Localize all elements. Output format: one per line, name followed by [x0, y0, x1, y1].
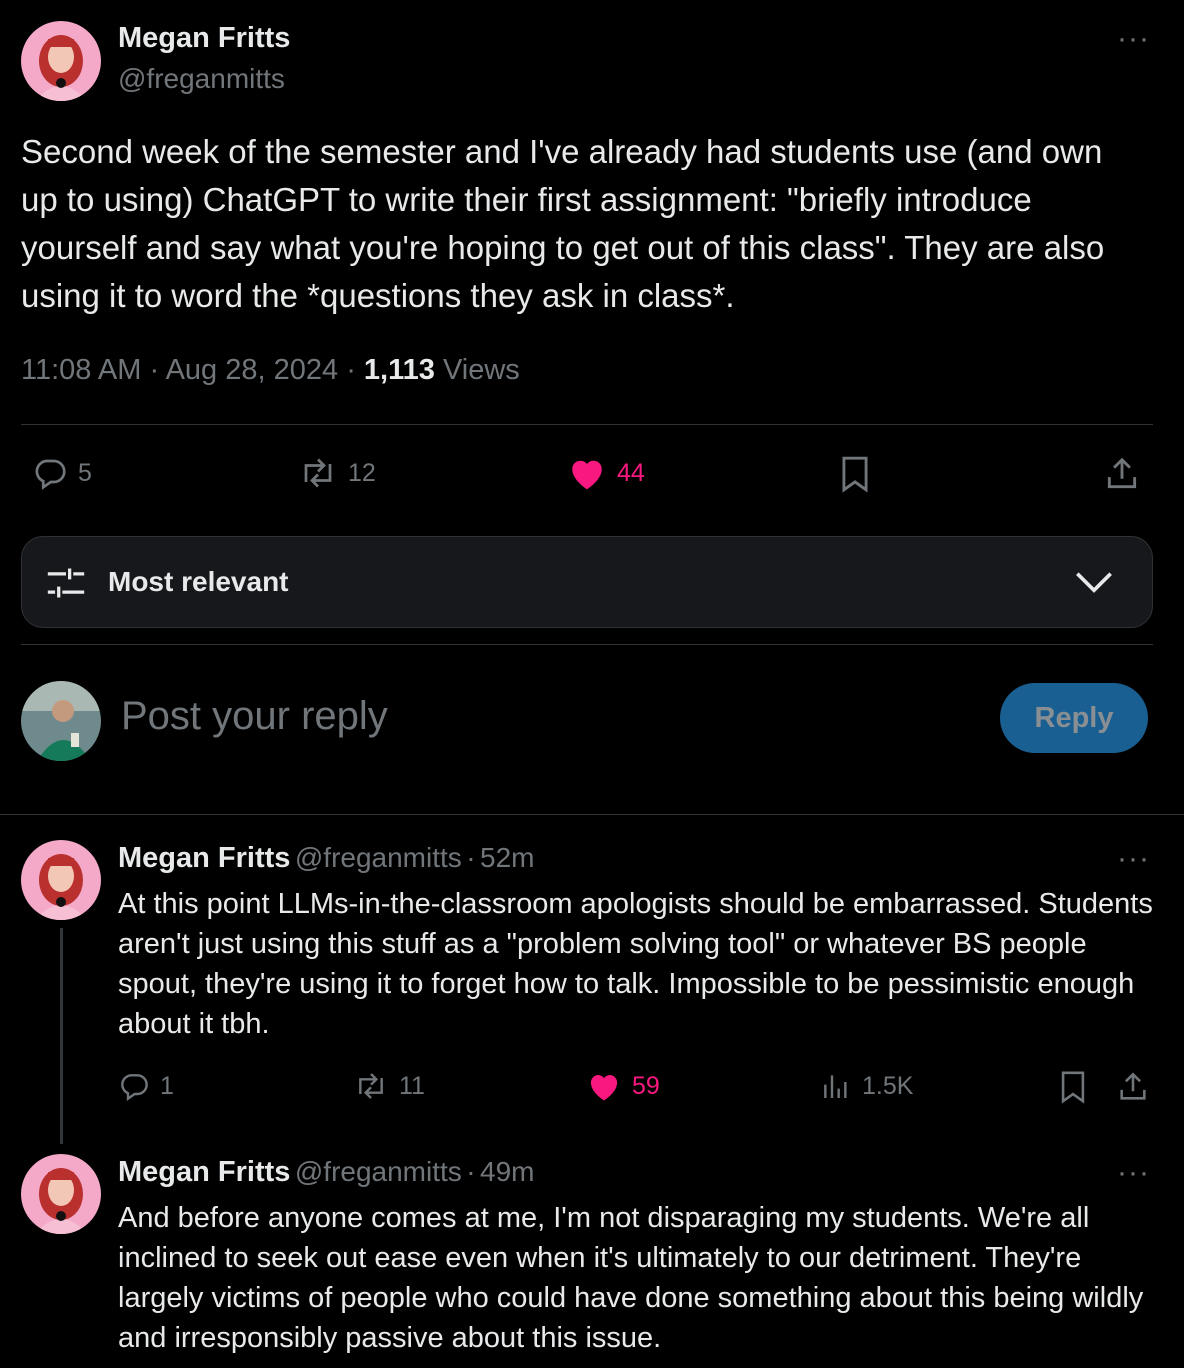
current-user-avatar[interactable] — [21, 681, 101, 761]
reply-text: At this point LLMs-in-the-classroom apol… — [118, 888, 1153, 1040]
heart-filled-icon — [586, 1070, 622, 1102]
repost-count: 11 — [399, 1071, 425, 1100]
heart-filled-icon — [567, 455, 607, 491]
reply-count: 5 — [78, 458, 92, 487]
bookmark-action[interactable] — [1058, 1070, 1088, 1104]
reply-author-handle[interactable]: @freganmitts — [295, 842, 462, 873]
reply-header: Megan Fritts @freganmitts · 49m — [118, 1156, 534, 1189]
repost-icon — [353, 1070, 389, 1102]
reply-time[interactable]: 49m — [480, 1156, 534, 1187]
bookmark-action[interactable] — [838, 455, 872, 493]
views-count: 1,113 — [363, 354, 435, 386]
views-label: Views — [442, 354, 520, 386]
views-action[interactable]: 1.5K — [820, 1070, 913, 1102]
meta-separator: · — [466, 1156, 476, 1187]
share-action[interactable] — [1116, 1070, 1150, 1104]
reply-author-handle[interactable]: @freganmitts — [295, 1156, 462, 1187]
thread-line — [60, 928, 63, 1144]
share-icon — [1103, 455, 1141, 493]
bookmark-icon — [1058, 1070, 1088, 1104]
repost-action[interactable]: 11 — [353, 1070, 425, 1102]
sort-dropdown[interactable]: Most relevant — [21, 536, 1153, 628]
reply-author-name[interactable]: Megan Fritts — [118, 1156, 290, 1188]
reply-time[interactable]: 52m — [480, 842, 534, 873]
reply-count: 1 — [160, 1071, 174, 1100]
more-options-icon[interactable]: ··· — [1117, 1156, 1150, 1190]
reply-input[interactable]: Post your reply — [121, 694, 388, 739]
tweet-text: Second week of the semester and I've alr… — [21, 133, 1105, 314]
like-action[interactable]: 44 — [567, 455, 645, 491]
reply-icon — [32, 455, 68, 491]
more-options-icon[interactable]: ··· — [1117, 22, 1150, 56]
divider — [21, 424, 1153, 425]
analytics-bars-icon — [820, 1070, 852, 1102]
repost-icon — [298, 455, 338, 491]
repost-action[interactable]: 12 — [298, 455, 376, 491]
reply-button[interactable]: Reply — [1000, 683, 1148, 753]
reply-action[interactable]: 1 — [118, 1070, 174, 1102]
like-action[interactable]: 59 — [586, 1070, 660, 1102]
author-name[interactable]: Megan Fritts — [118, 22, 290, 55]
reply-text: And before anyone comes at me, I'm not d… — [118, 1202, 1144, 1354]
meta-separator: · — [149, 354, 166, 386]
like-count: 44 — [617, 458, 645, 487]
share-action[interactable] — [1103, 455, 1141, 493]
reply-author-avatar[interactable] — [21, 1154, 101, 1234]
reply-action[interactable]: 5 — [32, 455, 92, 491]
sort-label: Most relevant — [108, 566, 289, 597]
tweet-date[interactable]: Aug 28, 2024 — [166, 354, 339, 386]
meta-separator: · — [466, 842, 476, 873]
author-avatar[interactable] — [21, 21, 101, 101]
meta-separator: · — [346, 354, 364, 386]
tweet-meta: 11:08 AM · Aug 28, 2024 · 1,113 Views — [21, 354, 520, 387]
reply-icon — [118, 1070, 150, 1102]
like-count: 59 — [632, 1071, 660, 1100]
repost-count: 12 — [348, 458, 376, 487]
filter-sliders-icon — [44, 563, 88, 603]
reply-author-avatar[interactable] — [21, 840, 101, 920]
reply-header: Megan Fritts @freganmitts · 52m — [118, 842, 534, 875]
more-options-icon[interactable]: ··· — [1117, 842, 1150, 876]
divider — [0, 814, 1184, 815]
share-icon — [1116, 1070, 1150, 1104]
author-handle[interactable]: @freganmitts — [118, 63, 285, 95]
chevron-down-icon — [1074, 567, 1114, 597]
tweet-time[interactable]: 11:08 AM — [21, 354, 141, 386]
divider — [21, 644, 1153, 645]
reply-author-name[interactable]: Megan Fritts — [118, 842, 290, 874]
bookmark-icon — [838, 455, 872, 493]
views-count: 1.5K — [862, 1071, 914, 1100]
